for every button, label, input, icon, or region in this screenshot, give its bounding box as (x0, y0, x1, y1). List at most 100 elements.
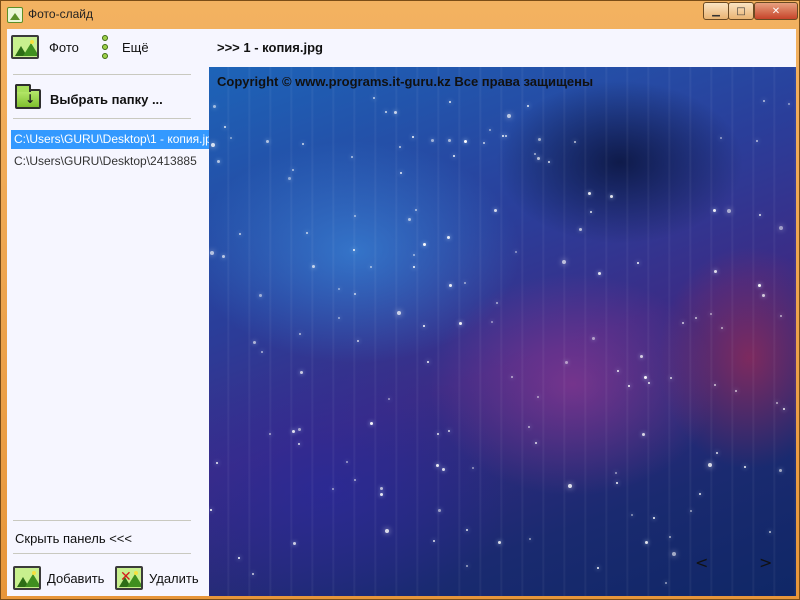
choose-folder-label: Выбрать папку ... (50, 91, 163, 107)
star-dot (357, 340, 359, 342)
star-dot (498, 541, 501, 544)
add-button-label: Добавить (47, 570, 105, 586)
delete-button[interactable]: ✕ Удалить (115, 566, 199, 590)
star-dot (665, 582, 667, 584)
star-dot (617, 370, 619, 372)
star-dot (579, 228, 582, 231)
star-dot (727, 209, 731, 213)
star-dot (423, 243, 426, 246)
next-photo-button[interactable]: > (759, 553, 772, 572)
prev-photo-button[interactable]: < (695, 553, 708, 572)
star-dot (720, 137, 722, 139)
star-dot (780, 315, 782, 317)
photo-button-label: Фото (49, 39, 79, 55)
star-dot (210, 509, 212, 511)
star-dot (427, 361, 429, 363)
star-dot (511, 376, 513, 378)
photo-view[interactable]: Copyright © www.programs.it-guru.kz Все … (209, 67, 796, 596)
divider (13, 520, 191, 521)
minimize-button[interactable]: ▁ (703, 2, 729, 20)
star-dot (592, 337, 595, 340)
star-dot (394, 111, 397, 114)
star-dot (222, 255, 225, 258)
star-dot (346, 461, 348, 463)
star-dot (534, 153, 536, 155)
delete-button-label: Удалить (149, 570, 199, 586)
star-dot (538, 138, 541, 141)
star-dot (449, 284, 452, 287)
sidebar-panel: Фото Ещё ↓ Выбрать папку ... C:\Users\GU… (7, 29, 209, 596)
add-button[interactable]: Добавить (13, 566, 104, 590)
photo-button[interactable]: Фото (11, 35, 79, 59)
star-dot (505, 135, 507, 137)
picture-icon (11, 35, 39, 59)
vertical-dots-icon (102, 35, 108, 59)
star-dot (216, 462, 218, 464)
star-dot (253, 341, 256, 344)
more-button[interactable]: Ещё (102, 35, 149, 59)
close-button[interactable]: ✕ (754, 2, 798, 20)
star-dot (466, 565, 468, 567)
star-dot (217, 160, 220, 163)
star-dot (332, 488, 334, 490)
star-dot (259, 294, 262, 297)
star-dot (211, 143, 215, 147)
star-dot (529, 538, 531, 540)
star-dot (252, 573, 254, 575)
star-dot (351, 156, 353, 158)
star-dot (562, 260, 566, 264)
star-dot (413, 254, 415, 256)
star-dot (464, 282, 466, 284)
star-dot (224, 126, 226, 128)
star-dot (338, 288, 340, 290)
picture-icon (13, 566, 41, 590)
star-dot (338, 317, 340, 319)
star-dot (464, 140, 467, 143)
star-dot (306, 232, 308, 234)
star-dot (261, 351, 263, 353)
star-dot (672, 552, 676, 556)
star-dot (631, 514, 633, 516)
star-dot (380, 487, 383, 490)
file-list-item-selected[interactable]: C:\Users\GURU\Desktop\1 - копия.jpg (11, 130, 209, 149)
star-dot (763, 100, 765, 102)
title-bar[interactable]: Фото-слайд ▁ □ ✕ (1, 1, 800, 29)
star-dot (431, 139, 434, 142)
star-dot (269, 433, 271, 435)
star-dot (640, 355, 643, 358)
folder-down-icon: ↓ (15, 84, 41, 109)
star-dot (690, 510, 692, 512)
star-dot (648, 382, 650, 384)
maximize-button[interactable]: □ (728, 2, 754, 20)
hide-panel-link[interactable]: Скрыть панель <<< (15, 531, 132, 546)
star-dot (695, 317, 697, 319)
star-dot (714, 270, 717, 273)
star-dot (399, 146, 401, 148)
divider (13, 553, 191, 554)
star-dot (699, 493, 701, 495)
star-dot (548, 161, 550, 163)
star-dot (714, 384, 716, 386)
star-dot (491, 321, 493, 323)
star-dot (412, 136, 414, 138)
window-title: Фото-слайд (28, 7, 93, 21)
star-dot (438, 509, 441, 512)
star-dot (527, 105, 529, 107)
star-dot (385, 111, 387, 113)
star-dot (669, 536, 671, 538)
star-dot (354, 215, 356, 217)
choose-folder-button[interactable]: ↓ Выбрать папку ... (15, 84, 163, 109)
file-list-item[interactable]: C:\Users\GURU\Desktop\2413885 (11, 152, 209, 171)
star-dot (388, 398, 390, 400)
star-dot (448, 430, 450, 432)
star-dot (292, 430, 295, 433)
star-dot (353, 249, 355, 251)
star-dot (400, 172, 402, 174)
star-dot (788, 103, 790, 105)
star-dot (370, 422, 373, 425)
star-dot (413, 266, 415, 268)
star-dot (759, 214, 761, 216)
star-dot (437, 433, 439, 435)
star-dot (735, 390, 737, 392)
divider (13, 118, 191, 119)
